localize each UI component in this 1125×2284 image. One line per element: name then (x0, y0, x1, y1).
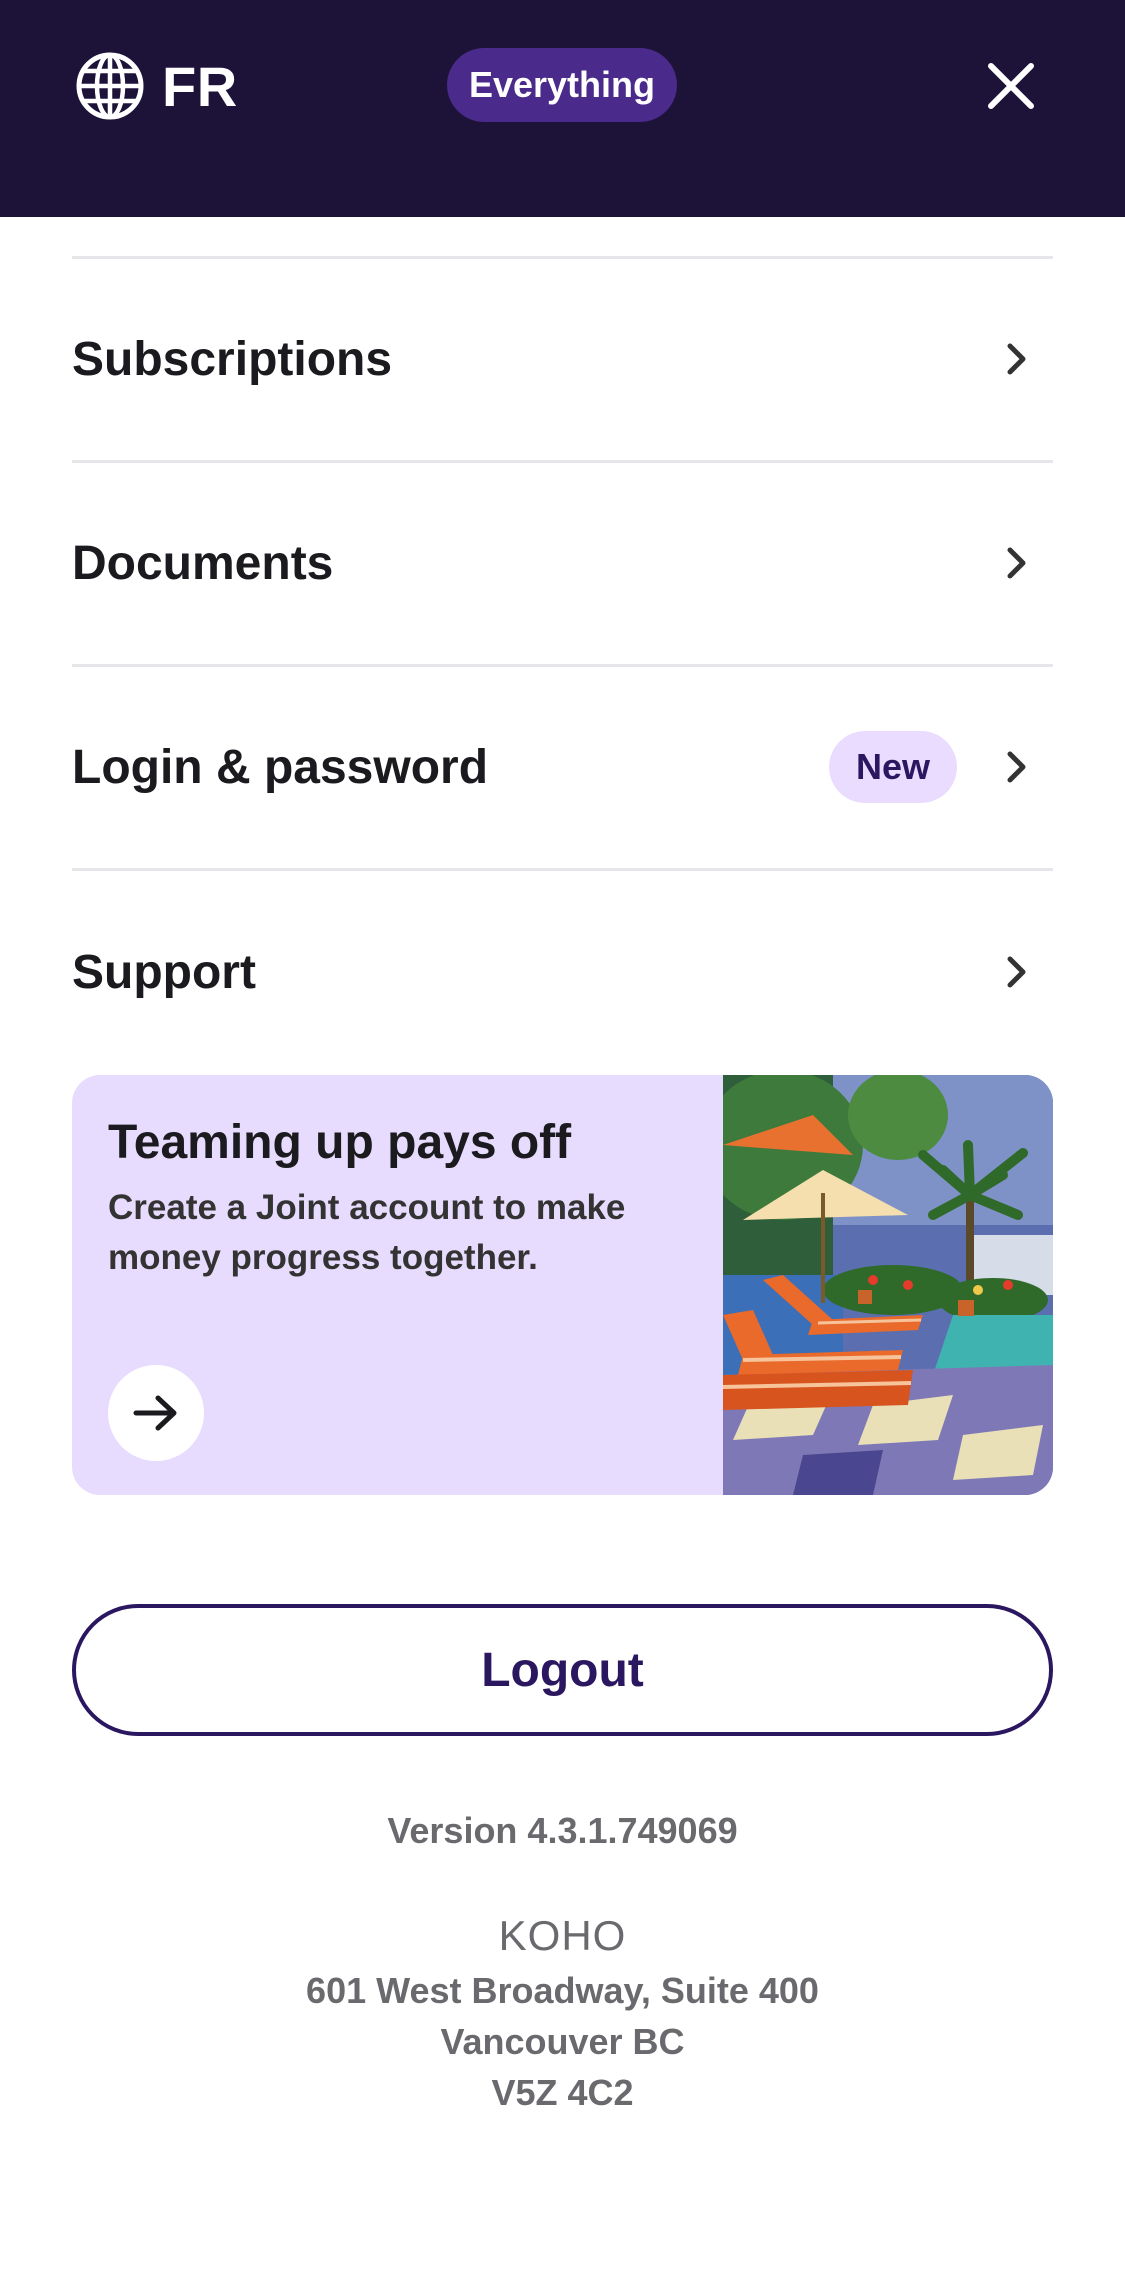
company-name: KOHO (498, 1912, 627, 1959)
joint-account-promo-card[interactable]: Teaming up pays off Create a Joint accou… (72, 1075, 1053, 1495)
globe-icon (76, 52, 144, 120)
chevron-right-icon (1007, 547, 1026, 579)
promo-arrow-button[interactable] (108, 1365, 204, 1461)
address-line-3: V5Z 4C2 (491, 2072, 634, 2113)
top-bar: FR Everything (0, 0, 1125, 217)
menu-item-label: Support (72, 945, 256, 999)
address-line-2: Vancouver BC (440, 2021, 685, 2062)
divider (72, 256, 1053, 259)
close-icon[interactable] (985, 60, 1037, 112)
language-label: FR (162, 54, 238, 118)
chevron-right-icon (1007, 343, 1026, 375)
new-badge: New (829, 731, 957, 803)
menu-item-label: Subscriptions (72, 332, 393, 386)
menu-item-documents[interactable]: Documents (72, 483, 1053, 643)
promo-title: Teaming up pays off (108, 1116, 572, 1169)
menu-item-login-password[interactable]: Login & password New (72, 687, 1053, 847)
menu-item-subscriptions[interactable]: Subscriptions (72, 279, 1053, 439)
language-switch[interactable]: FR (74, 50, 238, 122)
menu-item-label: Documents (72, 536, 334, 590)
arrow-right-icon (133, 1395, 177, 1431)
chevron-right-icon (1007, 956, 1026, 988)
app-version: Version 4.3.1.749069 (387, 1810, 738, 1851)
everything-pill[interactable]: Everything (447, 48, 677, 122)
chevron-right-icon (1007, 751, 1026, 783)
divider (72, 868, 1053, 871)
address-line-1: 601 West Broadway, Suite 400 (306, 1970, 819, 2011)
poolside-illustration (723, 1075, 1053, 1495)
promo-body: Create a Joint account to make money pro… (108, 1188, 626, 1277)
divider (72, 664, 1053, 667)
logout-button[interactable]: Logout (72, 1604, 1053, 1736)
divider (72, 460, 1053, 463)
menu-item-support[interactable]: Support (72, 892, 1053, 1052)
